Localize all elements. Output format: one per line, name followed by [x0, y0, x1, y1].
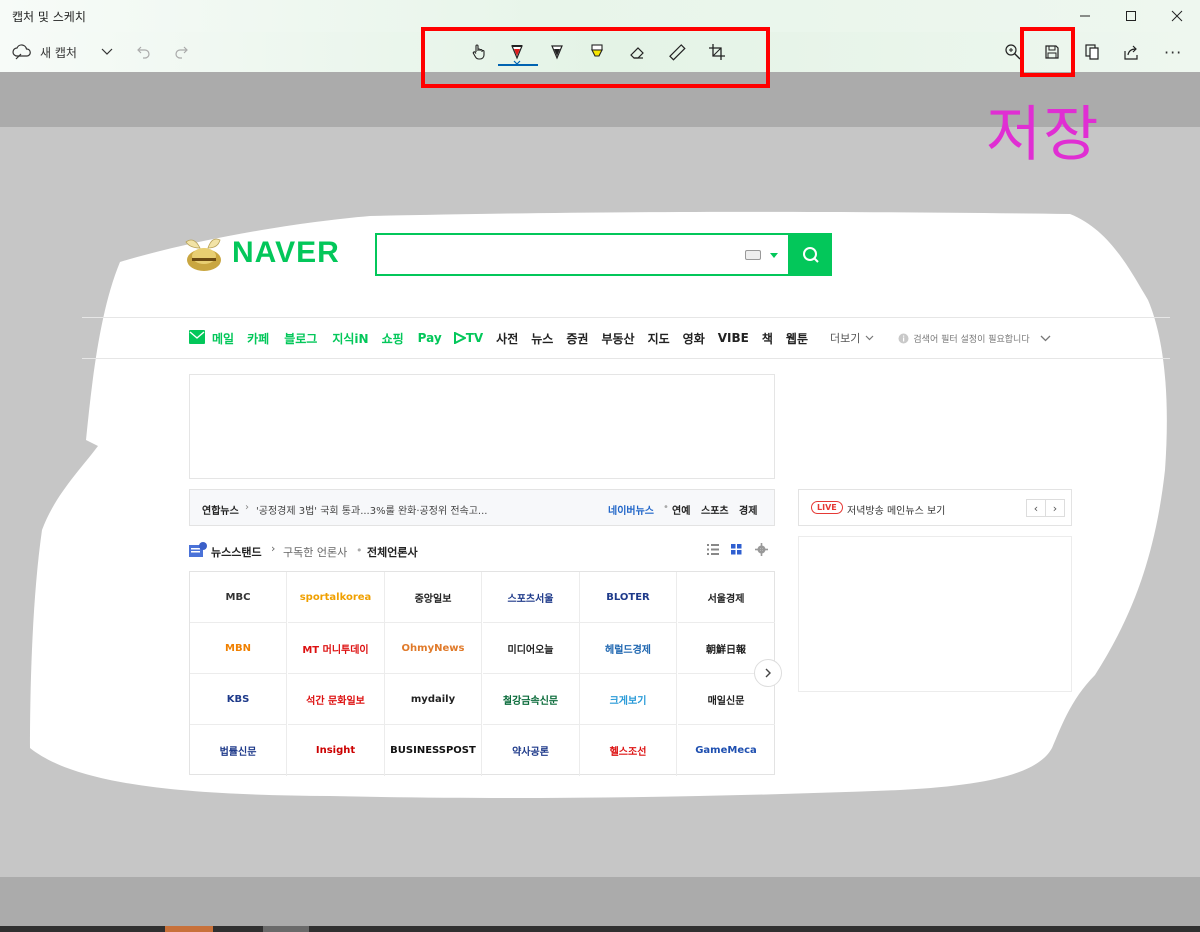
- news-cat-economy[interactable]: 경제: [739, 502, 757, 517]
- nav-tv[interactable]: TV: [453, 331, 484, 345]
- press-logo[interactable]: MBN: [190, 623, 287, 674]
- service-nav: 메일 카페 블로그 지식iN 쇼핑 Pay TV 사전 뉴스 증권 부동산 지도…: [212, 329, 1051, 347]
- press-logo[interactable]: 미디어오늘: [482, 623, 580, 674]
- nav-news[interactable]: 뉴스: [531, 330, 553, 347]
- press-logo[interactable]: 약사공론: [483, 725, 580, 776]
- nav-more[interactable]: 더보기: [830, 330, 860, 346]
- nav-stock[interactable]: 증권: [566, 330, 588, 347]
- nav-vibe[interactable]: VIBE: [718, 331, 749, 345]
- grid-view-icon[interactable]: [731, 544, 742, 555]
- nav-bottom-divider: [82, 358, 1170, 359]
- press-logo[interactable]: BLOTER: [580, 572, 677, 623]
- newsstand-all[interactable]: 전체언론사: [367, 544, 418, 560]
- press-logo[interactable]: OhmyNews: [385, 623, 482, 674]
- nav-movie[interactable]: 영화: [683, 330, 705, 347]
- press-logo[interactable]: 법률신문: [190, 725, 287, 776]
- press-logo[interactable]: KBS: [190, 674, 287, 725]
- nav-more-chevron-icon: [865, 335, 874, 341]
- press-next-button[interactable]: [754, 659, 782, 687]
- press-logo[interactable]: MBC: [190, 572, 287, 623]
- newsstand-subscribed[interactable]: 구독한 언론사: [283, 544, 347, 560]
- press-grid: MBC sportalkorea 중앙일보 스포츠서울 BLOTER 서울경제 MBN MT …: [189, 571, 775, 776]
- nav-dictionary[interactable]: 사전: [496, 330, 518, 347]
- list-view-icon[interactable]: [707, 544, 719, 555]
- press-logo[interactable]: mydaily: [385, 674, 482, 725]
- nav-shopping[interactable]: 쇼핑: [382, 330, 404, 347]
- live-prev-button[interactable]: ‹: [1026, 499, 1046, 517]
- snip-sketch-window: 캡처 및 스케치 새 캡처 ··· NAVER 메일 카페 블로그 지식iN 쇼…: [0, 0, 1200, 932]
- press-logo[interactable]: 철강금속신문: [482, 674, 580, 725]
- tools-highlight-box: [421, 27, 770, 88]
- ad-banner[interactable]: [189, 374, 775, 479]
- press-logo[interactable]: 중앙일보: [385, 572, 482, 623]
- info-icon: [898, 333, 909, 343]
- live-news-box[interactable]: LIVE 저녁방송 메인뉴스 보기 ‹ ›: [798, 489, 1072, 526]
- press-logo[interactable]: GameMeca: [678, 725, 775, 776]
- nav-map[interactable]: 지도: [648, 330, 670, 347]
- newsstand-chevron-icon: ›: [271, 542, 276, 555]
- press-logo[interactable]: 서울경제: [677, 572, 775, 623]
- news-source[interactable]: 연합뉴스: [202, 502, 239, 517]
- naver-mascot-logo: [185, 238, 221, 271]
- newsstand-icon: [189, 542, 207, 557]
- nav-realestate[interactable]: 부동산: [601, 330, 634, 347]
- news-headline[interactable]: '공정경제 3법' 국회 통과...3%룰 완화·공정위 전속고...: [256, 502, 496, 517]
- live-next-button[interactable]: ›: [1045, 499, 1065, 517]
- newsstand-dot: •: [356, 544, 363, 557]
- settings-gear-icon[interactable]: [755, 543, 768, 556]
- news-source-chevron-icon: ›: [245, 502, 249, 513]
- live-badge: LIVE: [811, 501, 843, 514]
- news-dot-separator: •: [663, 502, 669, 513]
- nav-top-divider: [82, 317, 1170, 318]
- nav-blog[interactable]: 블로그: [284, 330, 317, 347]
- keyboard-icon[interactable]: [745, 250, 761, 260]
- nav-pay[interactable]: Pay: [418, 331, 442, 345]
- nav-tv-label: TV: [465, 331, 484, 345]
- chevron-right-icon: [765, 668, 771, 678]
- naver-news-link[interactable]: 네이버뉴스: [608, 502, 654, 517]
- news-ticker: 연합뉴스 › '공정경제 3법' 국회 통과...3%룰 완화·공정위 전속고.…: [189, 489, 775, 526]
- autocomplete-caret-icon[interactable]: [770, 253, 778, 258]
- news-cat-sports[interactable]: 스포츠: [701, 502, 729, 517]
- newsstand-header: 뉴스스탠드 › 구독한 언론사 • 전체언론사: [189, 541, 775, 561]
- nav-webtoon[interactable]: 웹툰: [786, 330, 808, 347]
- press-logo[interactable]: BUSINESSPOST: [385, 725, 482, 776]
- nav-kin[interactable]: 지식iN: [332, 330, 368, 347]
- mail-icon: [189, 330, 205, 344]
- search-input[interactable]: [375, 233, 790, 276]
- press-logo[interactable]: 석간 문화일보: [287, 674, 385, 725]
- side-widget: [798, 536, 1072, 692]
- nav-book[interactable]: 책: [762, 330, 773, 347]
- press-logo[interactable]: 크게보기: [580, 674, 677, 725]
- search-button[interactable]: [790, 233, 832, 276]
- press-logo[interactable]: 헬스조선: [580, 725, 677, 776]
- press-logo[interactable]: Insight: [288, 725, 385, 776]
- notice-chevron-icon[interactable]: [1040, 335, 1051, 342]
- tv-play-icon: [453, 332, 466, 344]
- search-icon: [803, 246, 819, 263]
- press-logo[interactable]: 헤럴드경제: [580, 623, 677, 674]
- press-logo[interactable]: MT 머니투데이: [287, 623, 385, 674]
- newsstand-title[interactable]: 뉴스스탠드: [211, 544, 262, 560]
- press-logo[interactable]: 스포츠서울: [482, 572, 580, 623]
- nav-mail[interactable]: 메일: [212, 330, 234, 347]
- search-filter-notice[interactable]: 검색어 필터 설정이 필요합니다: [913, 332, 1029, 345]
- nav-cafe[interactable]: 카페: [247, 330, 269, 347]
- naver-logo-text[interactable]: NAVER: [232, 236, 340, 270]
- save-highlight-box: [1020, 27, 1075, 77]
- live-text[interactable]: 저녁방송 메인뉴스 보기: [847, 502, 945, 517]
- news-cat-entertainment[interactable]: 연예: [672, 502, 690, 517]
- press-logo[interactable]: sportalkorea: [287, 572, 385, 623]
- save-annotation-label: 저장: [986, 100, 1101, 170]
